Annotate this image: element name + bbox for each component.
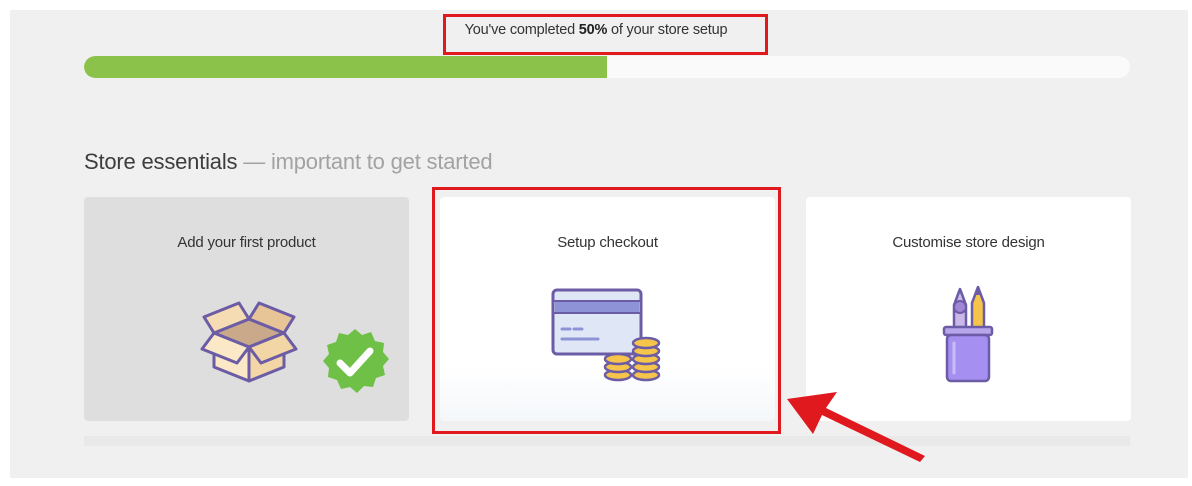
credit-card-coins-icon (551, 288, 661, 382)
card-label-add-product: Add your first product (177, 234, 316, 251)
cards-bottom-strip (84, 436, 1130, 446)
section-title: Store essentials (84, 149, 238, 174)
progress-message: You've completed 50% of your store setup (0, 22, 1192, 38)
progress-text-after: of your store setup (607, 22, 728, 38)
section-subtitle: — important to get started (237, 149, 493, 174)
red-arrow-icon (787, 392, 925, 462)
card-setup-checkout[interactable]: Setup checkout (440, 197, 775, 421)
pencil-cup-icon (942, 285, 994, 383)
section-heading: Store essentials — important to get star… (84, 149, 493, 175)
progress-percent: 50% (578, 22, 608, 38)
progress-bar-fill (84, 56, 607, 78)
card-label-setup-checkout: Setup checkout (557, 234, 658, 251)
card-add-product[interactable]: Add your first product (84, 197, 409, 421)
progress-bar (84, 56, 1130, 78)
open-box-icon (200, 301, 298, 383)
checkmark-badge-icon (323, 329, 389, 393)
card-customise-design[interactable]: Customise store design (806, 197, 1131, 421)
progress-text-before: You've completed (464, 22, 579, 38)
card-label-customise-design: Customise store design (892, 234, 1045, 251)
